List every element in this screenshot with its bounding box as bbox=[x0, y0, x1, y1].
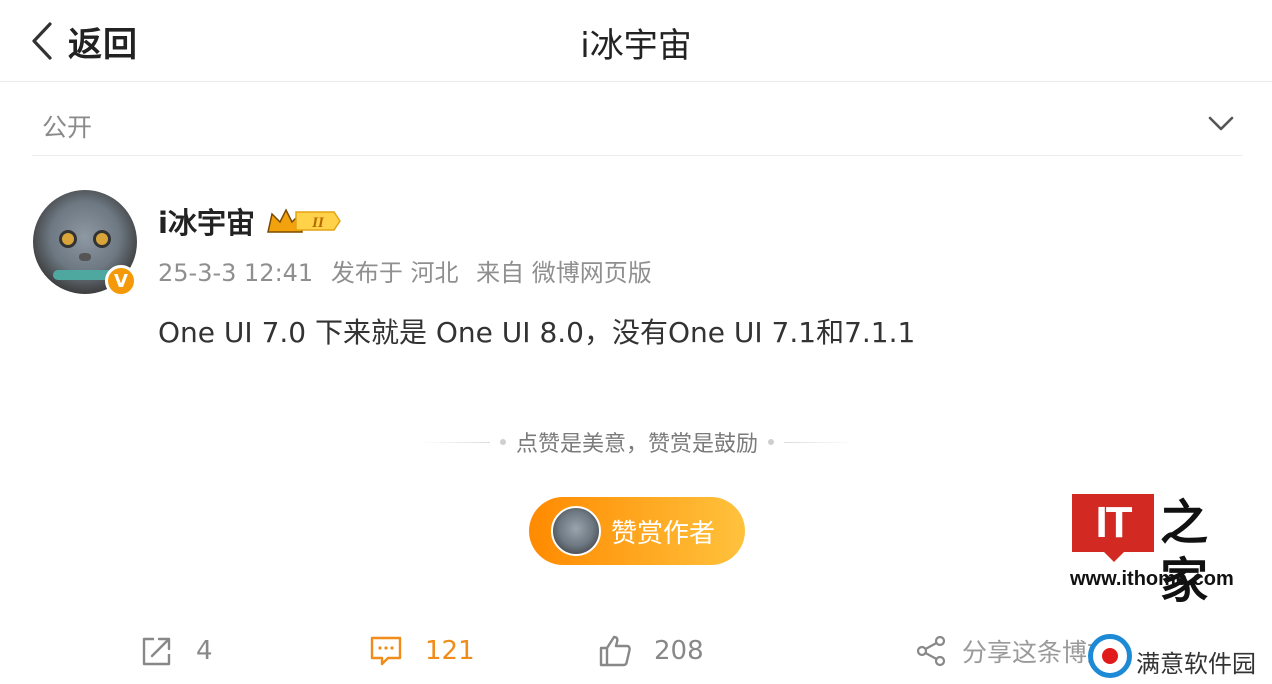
reward-tagline-text: 点赞是美意，赞赏是鼓励 bbox=[515, 432, 758, 457]
divider-dot bbox=[499, 439, 506, 445]
repost-icon bbox=[142, 637, 171, 666]
comment-button[interactable]: 121 bbox=[369, 628, 475, 674]
verified-badge: V bbox=[105, 265, 137, 297]
visibility-label: 公开 bbox=[42, 113, 93, 142]
author-name[interactable]: i冰宇宙 bbox=[158, 200, 255, 242]
ithome-logo-home: 之家 bbox=[1160, 495, 1209, 609]
repost-count: 4 bbox=[196, 636, 213, 666]
divider bbox=[784, 441, 854, 443]
level-badge-text: II bbox=[311, 215, 325, 231]
page-title: i冰宇宙 bbox=[580, 26, 692, 66]
comment-icon bbox=[370, 636, 402, 666]
post-text: One UI 7.0 下来就是 One UI 8.0，没有One UI 7.1和… bbox=[158, 316, 916, 349]
comment-count: 121 bbox=[425, 636, 475, 666]
reward-author-button[interactable]: 赞赏作者 bbox=[529, 497, 745, 565]
divider bbox=[419, 441, 490, 443]
like-icon bbox=[599, 635, 631, 667]
post-source[interactable]: 来自 微博网页版 bbox=[476, 259, 652, 287]
reward-tagline: 点赞是美意，赞赏是鼓励 bbox=[412, 428, 862, 457]
reward-avatar bbox=[551, 506, 601, 556]
top-navigation-bar: 返回 i冰宇宙 bbox=[0, 0, 1272, 82]
like-button[interactable]: 208 bbox=[598, 628, 704, 674]
dropdown-chevron-icon bbox=[1208, 116, 1234, 131]
post-date: 25-3-3 12:41 bbox=[158, 259, 314, 287]
like-count: 208 bbox=[654, 636, 704, 666]
share-icon bbox=[916, 635, 946, 667]
myk-logo-icon bbox=[1088, 634, 1132, 678]
post-location: 发布于 河北 bbox=[330, 259, 459, 287]
share-button[interactable]: 分享这条博文 bbox=[914, 628, 1112, 674]
myk-watermark-text: 满意软件园 bbox=[1136, 650, 1256, 678]
ithome-url: www.ithome.com bbox=[1070, 568, 1234, 590]
ithome-logo-block: IT bbox=[1072, 494, 1154, 552]
visibility-selector[interactable]: 公开 bbox=[32, 96, 1242, 156]
ithome-logo: IT 之家 bbox=[1072, 494, 1240, 609]
reward-button-label: 赞赏作者 bbox=[611, 518, 716, 549]
post-meta: 25-3-3 12:41 发布于 河北 来自 微博网页版 bbox=[158, 253, 662, 288]
crown-icon: II bbox=[267, 208, 341, 233]
repost-button[interactable]: 4 bbox=[140, 628, 213, 674]
divider-dot bbox=[768, 439, 774, 445]
